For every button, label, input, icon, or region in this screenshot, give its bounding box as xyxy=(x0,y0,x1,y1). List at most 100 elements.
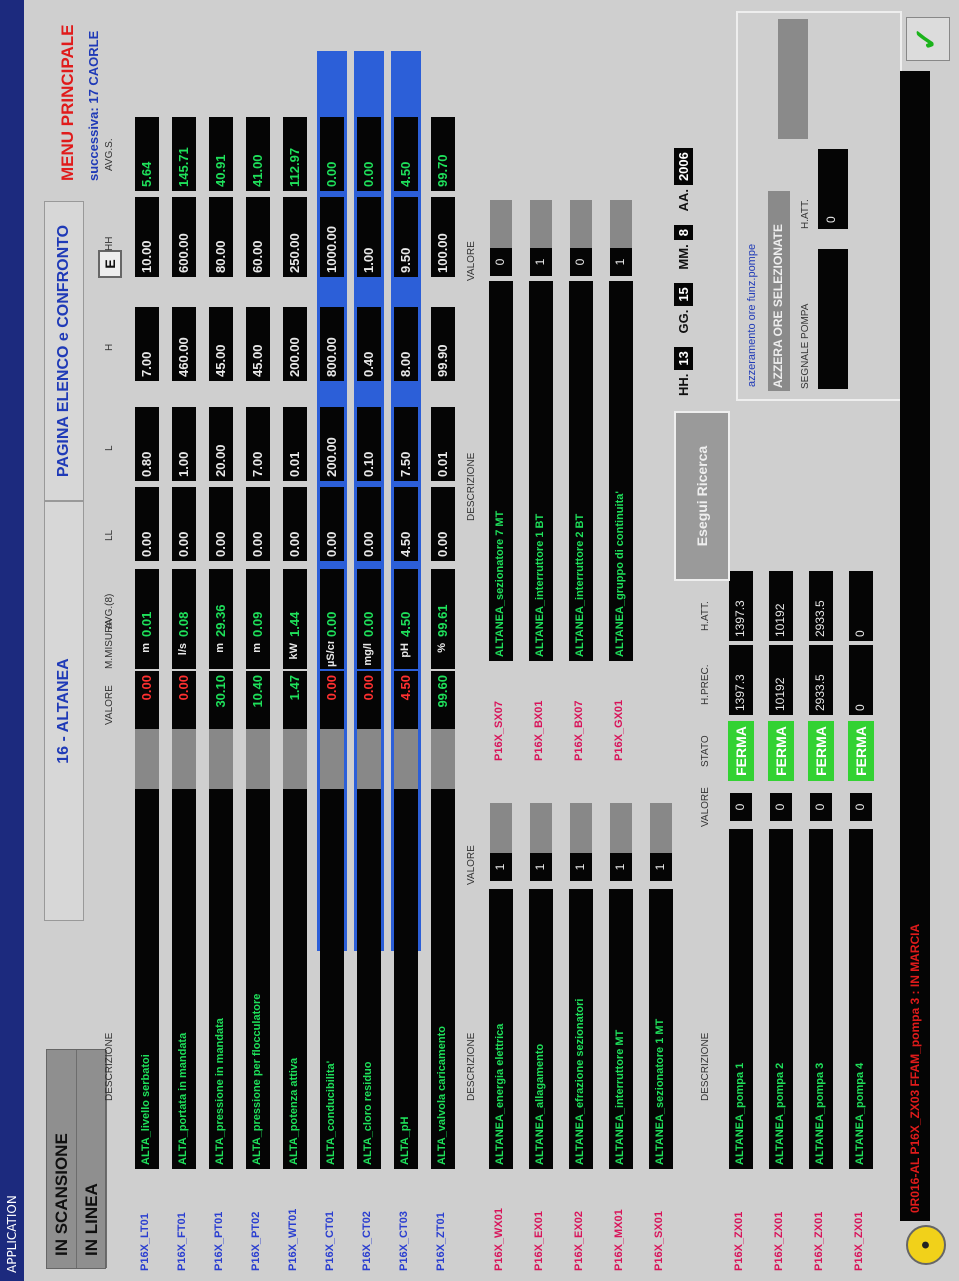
ll-field[interactable]: 0.00 xyxy=(320,487,344,561)
description-cell: ALTA_conducibilita' xyxy=(320,789,344,1169)
description-cell: ALTA_portata in mandata xyxy=(172,789,196,1169)
hh-field[interactable]: 1.00 xyxy=(357,197,381,277)
avg-cell: 0.09 xyxy=(246,569,270,641)
spacer-cell xyxy=(490,200,512,248)
l-field[interactable]: 0.01 xyxy=(431,407,455,481)
table-row[interactable]: P16X_LT01 ALTA_livello serbatoi 0.00 m 0.01 0… xyxy=(132,0,162,1281)
avgs-cell: 4.50 xyxy=(394,117,418,191)
pump-header-stato: STATO xyxy=(700,735,711,767)
hh-field[interactable]: 9.50 xyxy=(394,197,418,277)
avgs-cell: 5.64 xyxy=(135,117,159,191)
main-menu-link[interactable]: MENU PRINCIPALE xyxy=(58,25,78,181)
spacer-cell xyxy=(172,729,196,789)
table-row[interactable]: P16X_CT01 ALTA_conducibilita' 0.00 µS/cm 0.0… xyxy=(317,0,347,1281)
hatt-field[interactable]: 0 xyxy=(818,149,848,229)
list-item[interactable]: P16X_EX02 ALTANEA_efrazione sezionatori 1 P… xyxy=(566,0,596,1281)
list-item[interactable]: P16X_EX01 ALTANEA_allagamento 1 P16X_BX01 AL… xyxy=(526,0,556,1281)
h-field[interactable]: 45.00 xyxy=(209,307,233,381)
hh-field[interactable]: 1000.00 xyxy=(320,197,344,277)
check-icon[interactable]: ✓ xyxy=(906,17,950,61)
tag-label: P16X_FT01 xyxy=(176,1212,188,1271)
l-field[interactable]: 7.00 xyxy=(246,407,270,481)
unit-cell: m xyxy=(209,641,233,669)
hatt-cell[interactable]: 1397.3 xyxy=(729,571,753,641)
spacer-cell xyxy=(490,803,512,853)
l-field[interactable]: 200.00 xyxy=(320,407,344,481)
tag-label: P16X_ZX01 xyxy=(813,1211,825,1271)
signal-field[interactable] xyxy=(818,249,848,389)
hh-field[interactable]: 100.00 xyxy=(431,197,455,277)
ll-field[interactable]: 0.00 xyxy=(209,487,233,561)
hatt-cell[interactable]: 2933.5 xyxy=(809,571,833,641)
h-field[interactable]: 0.40 xyxy=(357,307,381,381)
h-field[interactable]: 800.00 xyxy=(320,307,344,381)
clock-gg: 15 xyxy=(674,283,693,306)
ll-field[interactable]: 0.00 xyxy=(246,487,270,561)
refresh-button[interactable]: Esegui Ricerca xyxy=(674,411,730,581)
tag-label-right: P16X_BX01 xyxy=(533,700,545,761)
clock: HH. 13 GG. 15 MM. 8 AA. 2006 xyxy=(674,148,693,406)
station-tab[interactable]: 16 - ALTANEA xyxy=(44,501,84,921)
ll-field[interactable]: 0.00 xyxy=(283,487,307,561)
l-field[interactable]: 20.00 xyxy=(209,407,233,481)
value-cell: 1 xyxy=(530,853,552,881)
table-row[interactable]: P16X_CT02 ALTA_cloro residuo 0.00 mg/l 0.00 0… xyxy=(354,0,384,1281)
table-row[interactable]: P16X_PT02 ALTA_pressione per flocculatore… xyxy=(243,0,273,1281)
ll-field[interactable]: 0.00 xyxy=(172,487,196,561)
tag-label: P16X_CT01 xyxy=(324,1211,336,1271)
hatt-cell[interactable]: 0 xyxy=(849,571,873,641)
ll-field[interactable]: 4.50 xyxy=(394,487,418,561)
hh-field[interactable]: 250.00 xyxy=(283,197,307,277)
l-field[interactable]: 0.10 xyxy=(357,407,381,481)
spacer-cell xyxy=(650,803,672,853)
hh-field[interactable]: 10.00 xyxy=(135,197,159,277)
description-cell-right: ALTANEA_sezionatore 7 MT xyxy=(489,281,513,661)
tag-label-right: P16X_BX07 xyxy=(573,700,585,761)
table-row[interactable]: P16X_WT01 ALTA_potenza attiva 1.47 kW 1.44 0.… xyxy=(280,0,310,1281)
description-cell: ALTANEA_pompa 2 xyxy=(769,829,793,1169)
table-row[interactable]: P16X_CT03 ALTA_pH 4.50 pH 4.50 4.50 7.50 8.00 9.… xyxy=(391,0,421,1281)
ll-field[interactable]: 0.00 xyxy=(431,487,455,561)
table-row[interactable]: P16X_FT01 ALTA_portata in mandata 0.00 l/s 0… xyxy=(169,0,199,1281)
h-field[interactable]: 460.00 xyxy=(172,307,196,381)
list-item[interactable]: P16X_WX01 ALTANEA_energia elettrica 1 P16X_… xyxy=(486,0,516,1281)
hatt-cell[interactable]: 10192 xyxy=(769,571,793,641)
h-field[interactable]: 45.00 xyxy=(246,307,270,381)
e-button[interactable]: E xyxy=(98,250,122,278)
table-row[interactable]: P16X_PT01 ALTA_pressione in mandata 30.10 m… xyxy=(206,0,236,1281)
l-field[interactable]: 7.50 xyxy=(394,407,418,481)
avgs-cell: 99.70 xyxy=(431,117,455,191)
ll-field[interactable]: 0.00 xyxy=(135,487,159,561)
hprec-cell: 1397.3 xyxy=(729,645,753,715)
l-field[interactable]: 0.01 xyxy=(283,407,307,481)
h-field[interactable]: 99.90 xyxy=(431,307,455,381)
status-badge: FERMA xyxy=(768,721,794,781)
avg-cell: 0.08 xyxy=(172,569,196,641)
value-cell: 10.40 xyxy=(246,671,270,729)
h-field[interactable]: 7.00 xyxy=(135,307,159,381)
h-field[interactable]: 200.00 xyxy=(283,307,307,381)
next-page-link[interactable]: successiva: 17 CAORLE xyxy=(86,31,101,181)
list-item[interactable]: P16X_MX01 ALTANEA_interruttore MT 1 P16X_GX… xyxy=(606,0,636,1281)
clock-aa: 2006 xyxy=(674,148,693,186)
l-field[interactable]: 1.00 xyxy=(172,407,196,481)
alarm-line[interactable]: 0R016-AL P16X_ZX03 FFAM_pompa 3 : IN MAR… xyxy=(900,71,930,1221)
l-field[interactable]: 0.80 xyxy=(135,407,159,481)
pump-header-hprec: H.PREC. xyxy=(700,664,711,705)
hh-field[interactable]: 600.00 xyxy=(172,197,196,277)
value-cell: 1 xyxy=(650,853,672,881)
description-cell: ALTA_pressione per flocculatore xyxy=(246,789,270,1169)
list-item[interactable]: P16X_SX01 ALTANEA_sezionatore 1 MT 1 xyxy=(646,0,676,1281)
h-field[interactable]: 8.00 xyxy=(394,307,418,381)
table-row[interactable]: P16X_ZT01 ALTA_valvola caricamento 99.60% 9… xyxy=(428,0,458,1281)
value-cell: 0 xyxy=(770,793,792,821)
bell-icon[interactable]: ● xyxy=(906,1225,946,1265)
description-cell: ALTA_pressione in mandata xyxy=(209,789,233,1169)
tag-label-right: P16X_SX07 xyxy=(493,701,505,761)
tag-label: P16X_WT01 xyxy=(287,1208,299,1271)
hh-field[interactable]: 80.00 xyxy=(209,197,233,277)
spacer-cell xyxy=(209,729,233,789)
ll-field[interactable]: 0.00 xyxy=(357,487,381,561)
hh-field[interactable]: 60.00 xyxy=(246,197,270,277)
reset-hours-button[interactable]: AZZERA ORE SELEZIONATE xyxy=(768,191,790,391)
